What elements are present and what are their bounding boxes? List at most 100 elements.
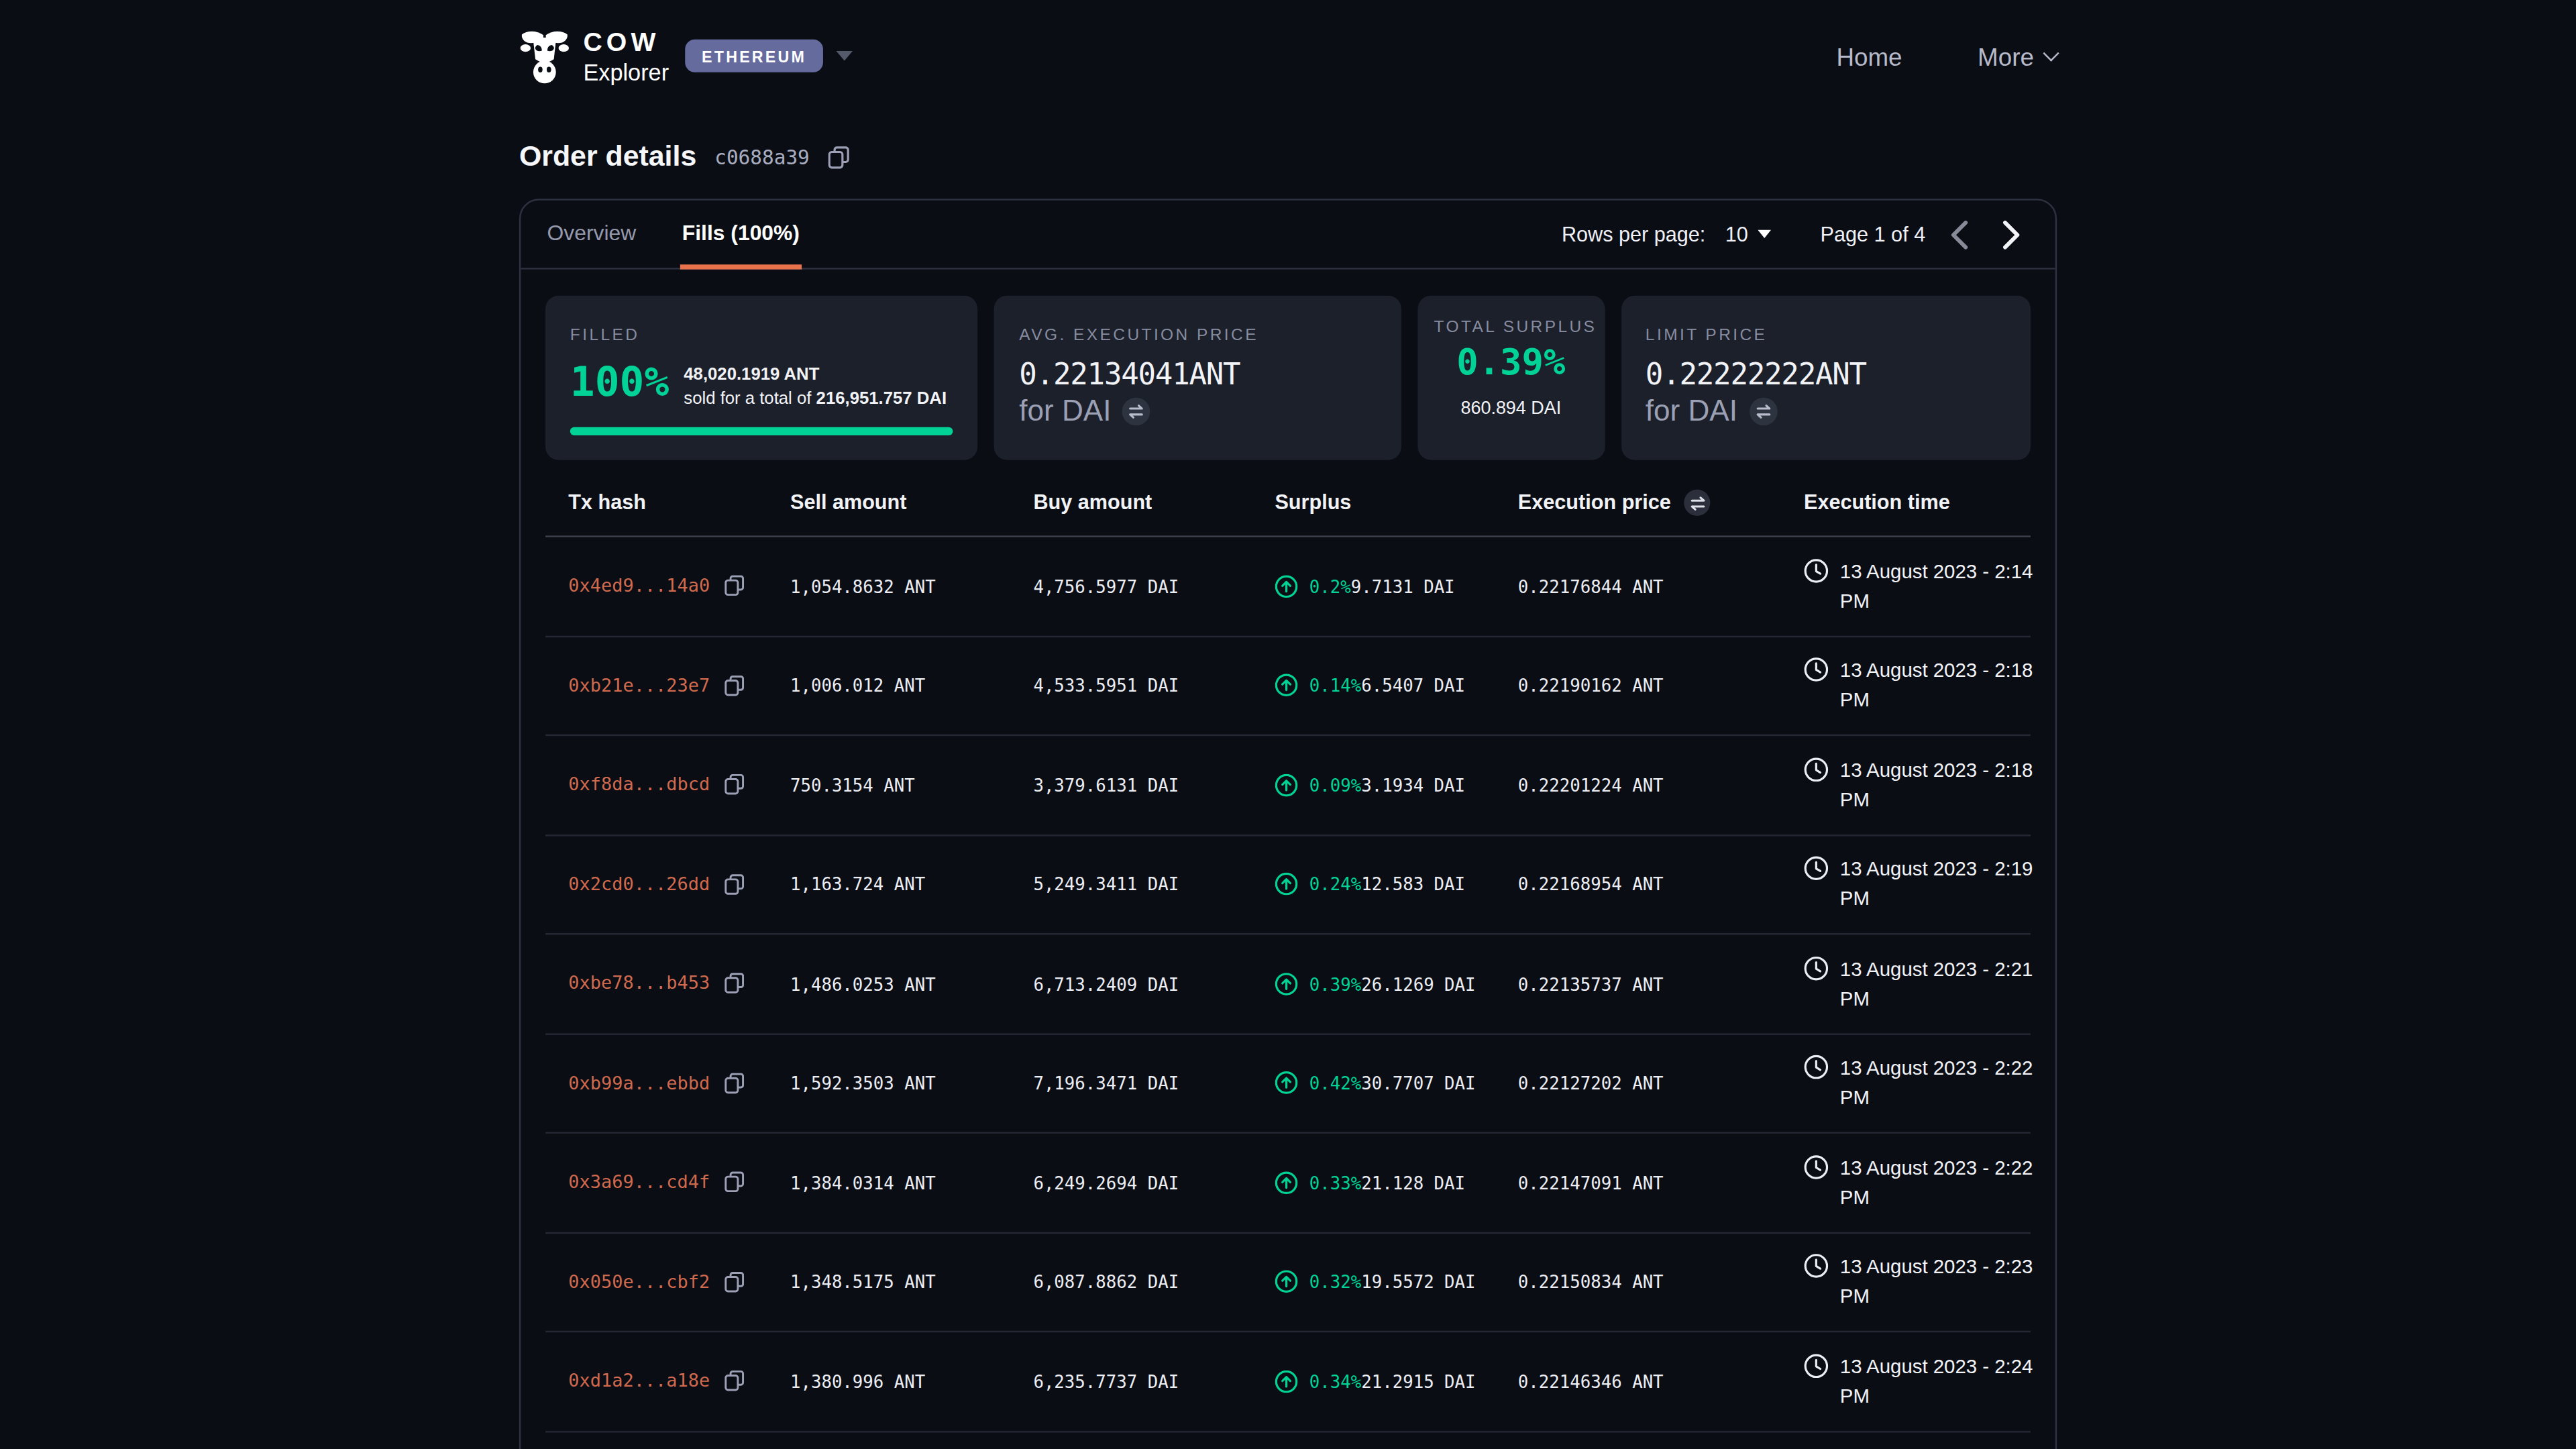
main-nav: Home More — [1836, 42, 2057, 70]
copy-tx-icon[interactable] — [724, 1371, 744, 1392]
execution-time: 13 August 2023 - 2:19 PM — [1804, 855, 2034, 914]
tx-hash-link[interactable]: 0xb21e...23e7 — [568, 675, 710, 696]
surplus: 0.39% 26.1269 DAI — [1275, 972, 1517, 995]
tx-hash-link[interactable]: 0x4ed9...14a0 — [568, 576, 710, 597]
limit-price-unit: for DAI — [1646, 394, 1737, 429]
clock-icon — [1804, 857, 1829, 881]
clock-icon — [1804, 1155, 1829, 1179]
buy-amount: 6,087.8862 DAI — [1033, 1272, 1275, 1291]
filled-progress-bar — [570, 428, 954, 436]
top-header: COW Explorer ETHEREUM Home More — [519, 0, 2057, 109]
invert-execution-price-icon[interactable] — [1684, 490, 1710, 516]
logo-subtitle: Explorer — [583, 60, 669, 83]
avg-price-label: AVG. EXECUTION PRICE — [1019, 325, 1258, 343]
surplus-up-icon — [1275, 773, 1297, 796]
tx-hash-link[interactable]: 0x050e...cbf2 — [568, 1271, 710, 1293]
total-surplus-card: TOTAL SURPLUS 0.39% 860.894 DAI — [1417, 296, 1605, 460]
copy-tx-icon[interactable] — [724, 1172, 744, 1193]
copy-order-id-icon[interactable] — [828, 146, 849, 168]
clock-icon — [1804, 956, 1829, 981]
col-execution-time: Execution time — [1804, 491, 2034, 514]
table-row: 0xf8da...dbcd 750.3154 ANT 3,379.6131 DA… — [545, 736, 2031, 835]
surplus-amount: 19.5572 DAI — [1361, 1272, 1475, 1291]
clock-icon — [1804, 1353, 1829, 1378]
col-sell-amount: Sell amount — [790, 491, 1033, 514]
clock-icon — [1804, 657, 1829, 682]
sell-amount: 1,380.996 ANT — [790, 1371, 1033, 1391]
execution-price: 0.22201224 ANT — [1518, 775, 1804, 794]
table-row: 0xb21e...23e7 1,006.012 ANT 4,533.5951 D… — [545, 637, 2031, 736]
total-surplus-amount: 860.894 DAI — [1434, 398, 1589, 417]
execution-price: 0.22147091 ANT — [1518, 1173, 1804, 1192]
tx-hash-link[interactable]: 0xd1a2...a18e — [568, 1371, 710, 1392]
sell-amount: 1,348.5175 ANT — [790, 1272, 1033, 1291]
sell-amount: 1,384.0314 ANT — [790, 1173, 1033, 1192]
copy-tx-icon[interactable] — [724, 973, 744, 994]
copy-tx-icon[interactable] — [724, 576, 744, 597]
tx-hash-link[interactable]: 0xb99a...ebbd — [568, 1073, 710, 1094]
prev-page-button[interactable] — [1939, 215, 1978, 254]
filled-label: FILLED — [570, 325, 640, 343]
filled-amount: 48,020.1919 ANT — [684, 362, 947, 386]
surplus-percent: 0.09% — [1309, 775, 1361, 794]
copy-tx-icon[interactable] — [724, 675, 744, 696]
sell-amount: 1,592.3503 ANT — [790, 1073, 1033, 1093]
tab-overview[interactable]: Overview — [545, 201, 638, 270]
copy-tx-icon[interactable] — [724, 1073, 744, 1094]
col-tx-hash: Tx hash — [568, 491, 790, 514]
surplus-amount: 21.2915 DAI — [1361, 1371, 1475, 1391]
execution-time: 13 August 2023 - 2:24 PM — [1804, 1352, 2034, 1411]
page-indicator: Page 1 of 4 — [1821, 223, 1926, 246]
surplus-percent: 0.14% — [1309, 676, 1361, 695]
surplus: 0.14% 6.5407 DAI — [1275, 674, 1517, 697]
execution-time: 13 August 2023 - 2:22 PM — [1804, 1153, 2034, 1212]
surplus-up-icon — [1275, 1071, 1297, 1094]
surplus-percent: 0.39% — [1309, 974, 1361, 994]
logo[interactable]: COW Explorer — [519, 29, 669, 83]
order-panel: Overview Fills (100%) Rows per page: 10 … — [519, 199, 2057, 1449]
surplus-up-icon — [1275, 575, 1297, 598]
total-surplus-percent: 0.39% — [1434, 341, 1589, 382]
surplus-amount: 9.7131 DAI — [1351, 576, 1455, 596]
surplus-percent: 0.32% — [1309, 1272, 1361, 1291]
network-badge[interactable]: ETHEREUM — [686, 40, 823, 72]
invert-limit-price-icon[interactable] — [1749, 398, 1777, 426]
surplus: 0.09% 3.1934 DAI — [1275, 773, 1517, 796]
tx-hash-link[interactable]: 0x3a69...cd4f — [568, 1172, 710, 1193]
network-selector[interactable]: ETHEREUM — [686, 40, 853, 72]
filled-percent: 100% — [570, 360, 669, 407]
network-caret-icon[interactable] — [836, 51, 852, 61]
buy-amount: 7,196.3471 DAI — [1033, 1073, 1275, 1093]
nav-home[interactable]: Home — [1836, 42, 1902, 70]
invert-price-icon[interactable] — [1123, 398, 1151, 426]
clock-icon — [1804, 1055, 1829, 1080]
nav-more[interactable]: More — [1978, 42, 2057, 70]
tx-hash-link[interactable]: 0xf8da...dbcd — [568, 774, 710, 796]
execution-time: 13 August 2023 - 2:18 PM — [1804, 656, 2034, 715]
execution-time: 13 August 2023 - 2:21 PM — [1804, 954, 2034, 1013]
col-surplus: Surplus — [1275, 491, 1517, 514]
surplus-up-icon — [1275, 674, 1297, 697]
execution-price: 0.22190162 ANT — [1518, 676, 1804, 695]
rows-per-page-select[interactable]: 10 — [1725, 223, 1771, 246]
buy-amount: 6,249.2694 DAI — [1033, 1173, 1275, 1192]
table-row: 0xd1a2...a18e 1,380.996 ANT 6,235.7737 D… — [545, 1332, 2031, 1432]
buy-amount: 6,235.7737 DAI — [1033, 1371, 1275, 1391]
tx-hash-link[interactable]: 0x2cd0...26dd — [568, 873, 710, 895]
surplus: 0.42% 30.7707 DAI — [1275, 1071, 1517, 1094]
copy-tx-icon[interactable] — [724, 774, 744, 796]
copy-tx-icon[interactable] — [724, 873, 744, 895]
next-page-button[interactable] — [1991, 215, 2031, 254]
avg-execution-price-card: AVG. EXECUTION PRICE 0.22134041ANT for D… — [995, 296, 1401, 460]
table-row: 0x4ed9...14a0 1,054.8632 ANT 4,756.5977 … — [545, 537, 2031, 637]
buy-amount: 3,379.6131 DAI — [1033, 775, 1275, 794]
copy-tx-icon[interactable] — [724, 1271, 744, 1293]
total-surplus-label: TOTAL SURPLUS — [1434, 317, 1589, 335]
execution-price: 0.22135737 ANT — [1518, 974, 1804, 994]
execution-price: 0.22168954 ANT — [1518, 874, 1804, 894]
limit-price-label: LIMIT PRICE — [1646, 325, 1768, 343]
buy-amount: 6,713.2409 DAI — [1033, 974, 1275, 994]
surplus-up-icon — [1275, 1171, 1297, 1194]
tx-hash-link[interactable]: 0xbe78...b453 — [568, 973, 710, 994]
tab-fills[interactable]: Fills (100%) — [680, 201, 801, 270]
